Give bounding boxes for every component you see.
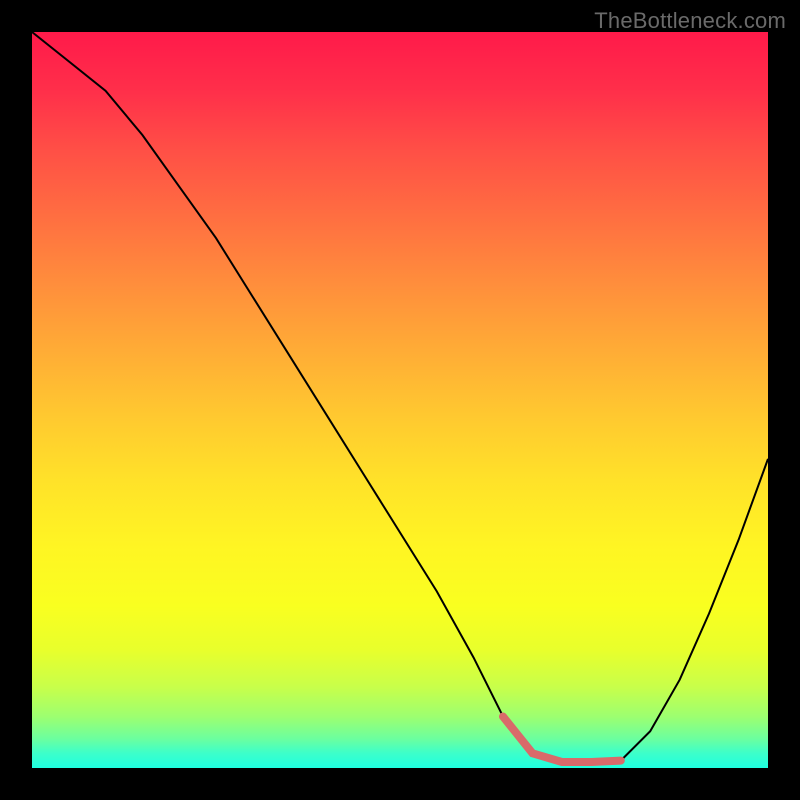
optimal-range-highlight bbox=[503, 717, 621, 763]
bottleneck-curve-line bbox=[32, 32, 768, 762]
plot-area bbox=[32, 32, 768, 768]
watermark-text: TheBottleneck.com bbox=[594, 8, 786, 34]
chart-svg bbox=[32, 32, 768, 768]
